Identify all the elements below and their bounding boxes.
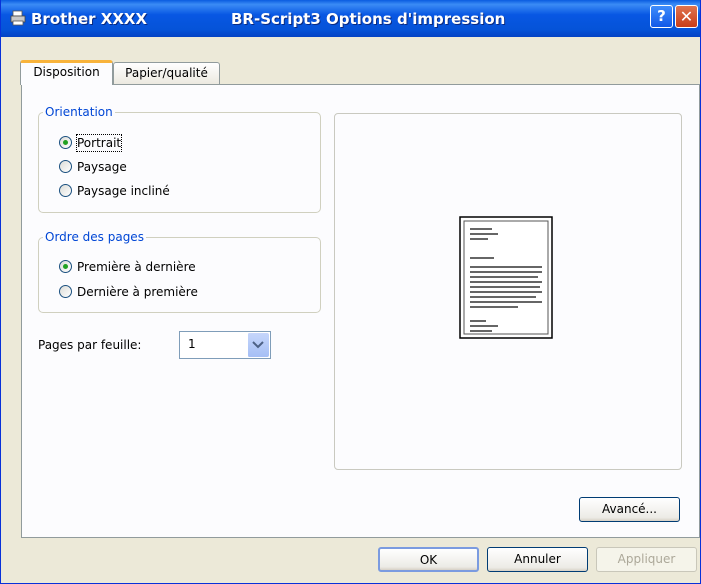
print-options-dialog: Brother XXXX BR-Script3 Options d'impres… (0, 0, 701, 584)
pages-per-sheet-value: 1 (188, 337, 196, 351)
window-title: BR-Script3 Options d'impression (231, 10, 506, 28)
pages-per-sheet-label: Pages par feuille: (38, 338, 142, 352)
radio-paysage-label: Paysage (77, 160, 127, 174)
radio-last-to-first-label: Dernière à première (77, 285, 198, 299)
printer-icon (10, 10, 26, 26)
tab-papier-qualite[interactable]: Papier/qualité (113, 62, 220, 84)
orientation-group-label: Orientation (43, 105, 115, 119)
title-bar[interactable]: Brother XXXX BR-Script3 Options d'impres… (1, 0, 700, 37)
radio-paysage-incline-label: Paysage incliné (77, 184, 170, 198)
radio-paysage-incline-button[interactable] (59, 184, 72, 197)
radio-first-to-last-label: Première à dernière (77, 260, 196, 274)
radio-paysage-button[interactable] (59, 160, 72, 173)
radio-portrait-button[interactable] (59, 136, 72, 149)
tab-disposition-label: Disposition (33, 65, 100, 79)
tab-papier-qualite-label: Papier/qualité (125, 66, 208, 80)
tab-disposition[interactable]: Disposition (20, 60, 113, 85)
window-title-printer: Brother XXXX (31, 10, 148, 28)
dropdown-button[interactable] (247, 333, 269, 357)
pages-per-sheet-select[interactable]: 1 (179, 331, 271, 359)
page-order-group (38, 237, 321, 313)
help-button[interactable]: ? (650, 5, 673, 28)
close-button[interactable]: ✕ (675, 5, 698, 28)
chevron-down-icon (252, 341, 264, 349)
apply-button[interactable]: Appliquer (596, 547, 697, 572)
page-order-group-label: Ordre des pages (43, 230, 146, 244)
radio-portrait-label: Portrait (75, 134, 123, 152)
cancel-button[interactable]: Annuler (487, 547, 588, 572)
radio-last-to-first-button[interactable] (59, 285, 72, 298)
radio-first-to-last-button[interactable] (59, 260, 72, 273)
ok-button[interactable]: OK (378, 547, 479, 572)
portrait-page-preview-icon (459, 216, 553, 339)
advanced-button[interactable]: Avancé... (579, 497, 680, 522)
